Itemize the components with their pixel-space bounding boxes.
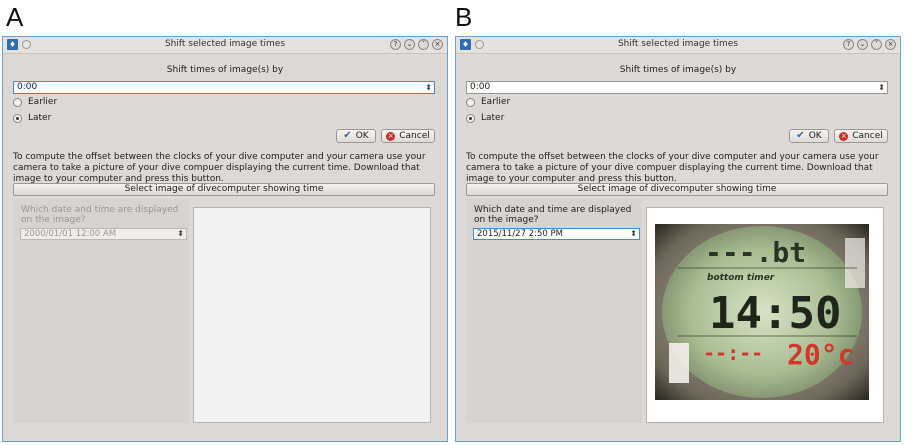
- checkmark-icon: ✔: [343, 130, 352, 141]
- window-title: Shift selected image times: [164, 39, 286, 49]
- dialog-window-a: ♦ Shift selected image times ? ⌄ ˅ × Shi…: [2, 36, 448, 442]
- image-preview-empty: [193, 207, 431, 423]
- radio-earlier-label: Earlier: [28, 97, 58, 107]
- spin-arrows-icon[interactable]: ⬍: [425, 82, 432, 93]
- lcd-bottom-left: --:--: [703, 341, 763, 365]
- shift-times-label: Shift times of image(s) by: [166, 65, 284, 75]
- radio-circle-icon[interactable]: [466, 97, 475, 107]
- help-text: To compute the offset between the clocks…: [466, 152, 879, 184]
- shade-icon[interactable]: ⌄: [857, 39, 868, 50]
- spin-arrows-icon: ⬍: [177, 229, 184, 238]
- shift-time-value: 0:00: [17, 82, 38, 92]
- lcd-bottom-timer-label: bottom timer: [707, 273, 775, 283]
- minimize-icon[interactable]: ˅: [418, 39, 429, 50]
- shade-icon[interactable]: ⌄: [404, 39, 415, 50]
- lcd-temperature: 20°c: [787, 338, 854, 371]
- cancel-label: Cancel: [852, 131, 883, 141]
- cancel-icon: ×: [839, 131, 849, 141]
- datetime-value: 2015/11/27 2:50 PM: [477, 229, 563, 239]
- radio-later-label: Later: [28, 113, 52, 123]
- spin-arrows-icon[interactable]: ⬍: [878, 82, 885, 93]
- shift-time-input[interactable]: 0:00 ⬍: [13, 81, 435, 94]
- panel-letter-a: A: [6, 2, 24, 32]
- title-bar[interactable]: ♦ Shift selected image times ? ⌄ ˅ ×: [456, 37, 900, 54]
- radio-checked-icon[interactable]: [13, 113, 22, 123]
- dive-computer-photo: ---.bt bottom timer 14:50 --:-- 20°c: [655, 224, 869, 400]
- glare: [845, 238, 865, 288]
- radio-earlier[interactable]: Earlier: [466, 97, 510, 107]
- window-title: Shift selected image times: [617, 39, 739, 49]
- help-icon[interactable]: ?: [390, 39, 401, 50]
- which-datetime-label: Which date and time are displayed on the…: [474, 205, 632, 225]
- shift-times-label: Shift times of image(s) by: [619, 65, 737, 75]
- shift-time-value: 0:00: [470, 82, 491, 92]
- close-icon[interactable]: ×: [432, 39, 443, 50]
- radio-later-label: Later: [481, 113, 505, 123]
- minimize-icon[interactable]: ˅: [871, 39, 882, 50]
- radio-earlier[interactable]: Earlier: [13, 97, 57, 107]
- glare: [669, 343, 689, 383]
- ok-label: OK: [808, 131, 822, 141]
- ok-button[interactable]: ✔ OK: [336, 129, 376, 143]
- image-preview: ---.bt bottom timer 14:50 --:-- 20°c: [646, 207, 884, 423]
- datetime-value: 2000/01/01 12:00 AM: [24, 229, 117, 239]
- radio-checked-icon[interactable]: [466, 113, 475, 123]
- cancel-button[interactable]: × Cancel: [834, 129, 888, 143]
- radio-later[interactable]: Later: [13, 113, 51, 123]
- title-bar[interactable]: ♦ Shift selected image times ? ⌄ ˅ ×: [3, 37, 447, 54]
- datetime-select[interactable]: 2015/11/27 2:50 PM ⬍: [473, 228, 640, 240]
- select-image-button[interactable]: Select image of divecomputer showing tim…: [13, 183, 435, 196]
- help-icon[interactable]: ?: [843, 39, 854, 50]
- select-image-button[interactable]: Select image of divecomputer showing tim…: [466, 183, 888, 196]
- checkmark-icon: ✔: [796, 130, 805, 141]
- help-text: To compute the offset between the clocks…: [13, 152, 426, 184]
- ok-label: OK: [355, 131, 369, 141]
- close-icon[interactable]: ×: [885, 39, 896, 50]
- lcd-time: 14:50: [709, 288, 841, 339]
- radio-circle-icon[interactable]: [13, 97, 22, 107]
- radio-earlier-label: Earlier: [481, 97, 511, 107]
- cancel-button[interactable]: × Cancel: [381, 129, 435, 143]
- dialog-window-b: ♦ Shift selected image times ? ⌄ ˅ × Shi…: [455, 36, 901, 442]
- lcd-top-row: ---.bt: [705, 236, 806, 269]
- chevron-down-icon[interactable]: ⬍: [630, 229, 637, 239]
- shift-time-input[interactable]: 0:00 ⬍: [466, 81, 888, 94]
- panel-letter-b: B: [455, 2, 473, 32]
- ok-button[interactable]: ✔ OK: [789, 129, 829, 143]
- cancel-icon: ×: [386, 131, 396, 141]
- radio-later[interactable]: Later: [466, 113, 504, 123]
- datetime-select: 2000/01/01 12:00 AM ⬍: [20, 228, 187, 240]
- cancel-label: Cancel: [399, 131, 430, 141]
- which-datetime-label: Which date and time are displayed on the…: [21, 205, 179, 225]
